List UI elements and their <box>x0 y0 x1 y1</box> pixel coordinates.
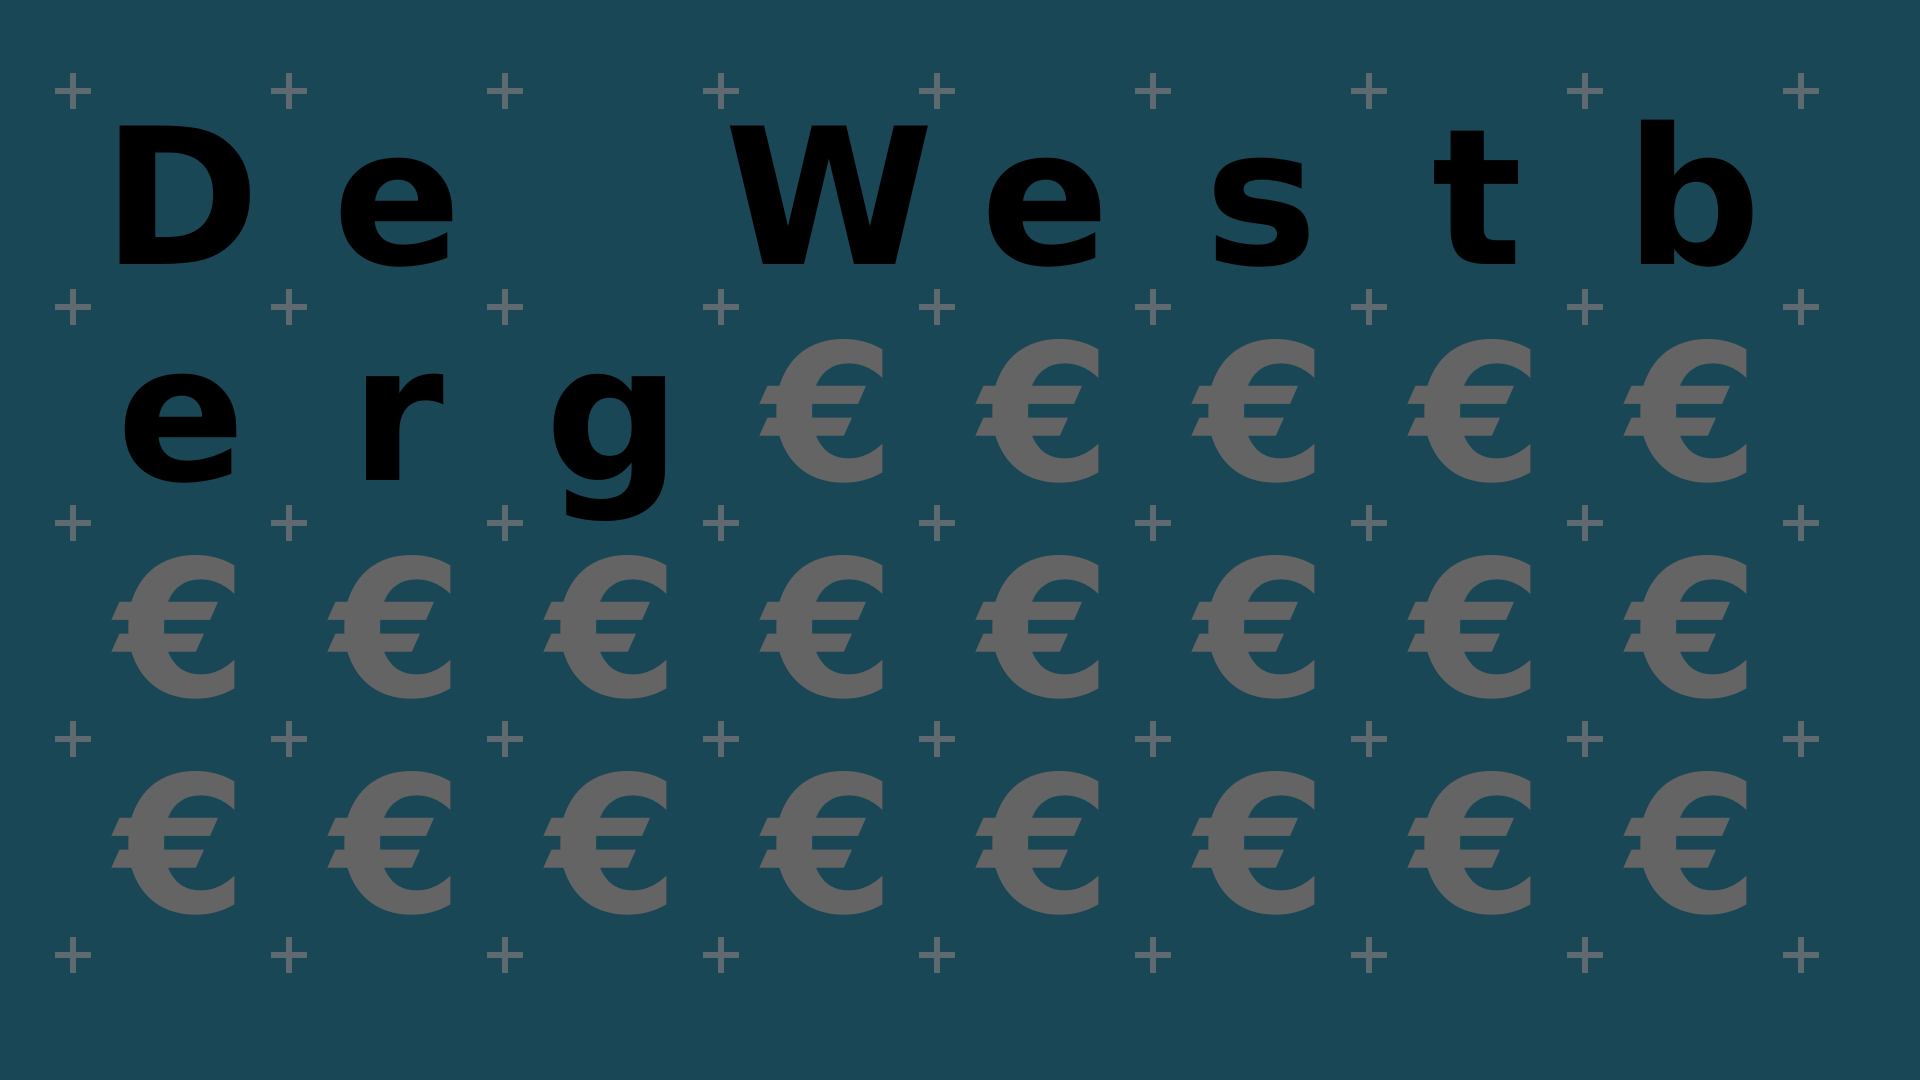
tile-hidden-euro[interactable]: € <box>505 739 721 955</box>
tile-hidden-euro[interactable]: € <box>505 523 721 739</box>
tile-hidden-euro[interactable]: € <box>1369 523 1585 739</box>
tile-hidden-euro[interactable]: € <box>937 523 1153 739</box>
tile-hidden-euro[interactable]: € <box>1369 307 1585 523</box>
tile-hidden-euro[interactable]: € <box>1369 739 1585 955</box>
tile-letter[interactable]: r <box>289 307 505 523</box>
tile-hidden-euro[interactable]: € <box>73 739 289 955</box>
tile-letter[interactable]: D <box>73 91 289 307</box>
tile-hidden-euro[interactable]: € <box>1585 523 1801 739</box>
tile-hidden-euro[interactable]: € <box>721 523 937 739</box>
tile-letter[interactable]: e <box>937 91 1153 307</box>
tile-hidden-euro[interactable]: € <box>1585 307 1801 523</box>
puzzle-board: De We s t b e r g € € € € € € € € € € € € € € € € € € € € € <box>0 0 1920 1080</box>
tile-letter[interactable]: b <box>1585 91 1801 307</box>
tile-letter[interactable]: e <box>289 91 505 307</box>
tile-hidden-euro[interactable]: € <box>1153 307 1369 523</box>
tile-hidden-euro[interactable]: € <box>73 523 289 739</box>
tile-hidden-euro[interactable]: € <box>721 739 937 955</box>
tile-hidden-euro[interactable]: € <box>1585 739 1801 955</box>
tile-gap <box>505 91 721 307</box>
tile-hidden-euro[interactable]: € <box>937 739 1153 955</box>
tile-hidden-euro[interactable]: € <box>289 739 505 955</box>
tile-letter[interactable]: g <box>505 307 721 523</box>
tile-hidden-euro[interactable]: € <box>937 307 1153 523</box>
tile-hidden-euro[interactable]: € <box>289 523 505 739</box>
tile-letter[interactable]: s <box>1153 91 1369 307</box>
tile-letter[interactable]: W <box>721 91 937 307</box>
tile-letter[interactable]: t <box>1369 91 1585 307</box>
tile-hidden-euro[interactable]: € <box>1153 523 1369 739</box>
tile-hidden-euro[interactable]: € <box>721 307 937 523</box>
tile-hidden-euro[interactable]: € <box>1153 739 1369 955</box>
tile-letter[interactable]: e <box>73 307 289 523</box>
